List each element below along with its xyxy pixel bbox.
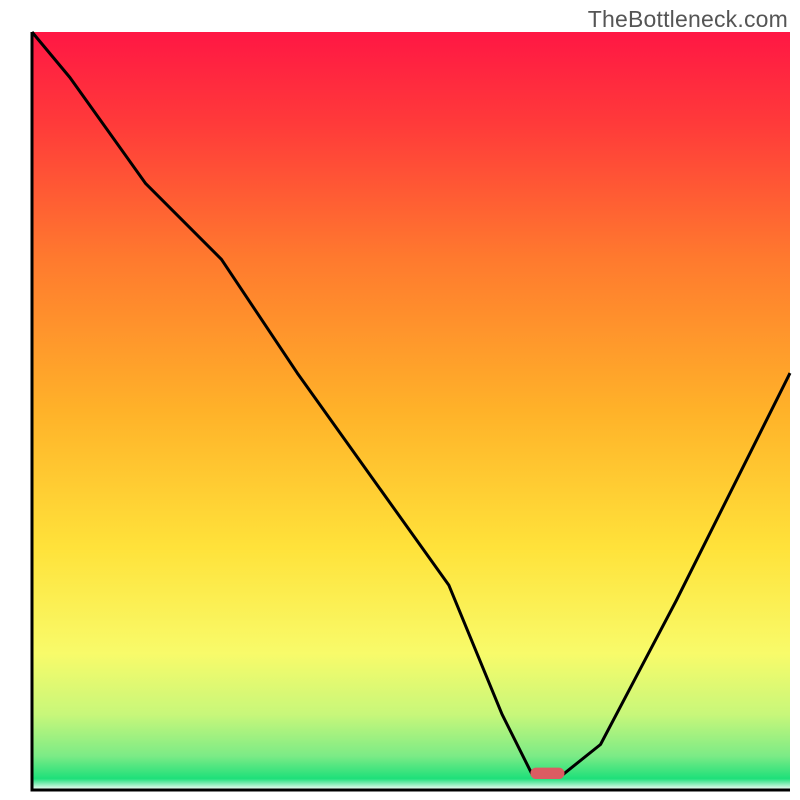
optimal-marker [530, 768, 564, 779]
bottleneck-chart [0, 0, 800, 800]
watermark-text: TheBottleneck.com [588, 6, 788, 33]
chart-container: TheBottleneck.com [0, 0, 800, 800]
chart-background [32, 32, 790, 790]
